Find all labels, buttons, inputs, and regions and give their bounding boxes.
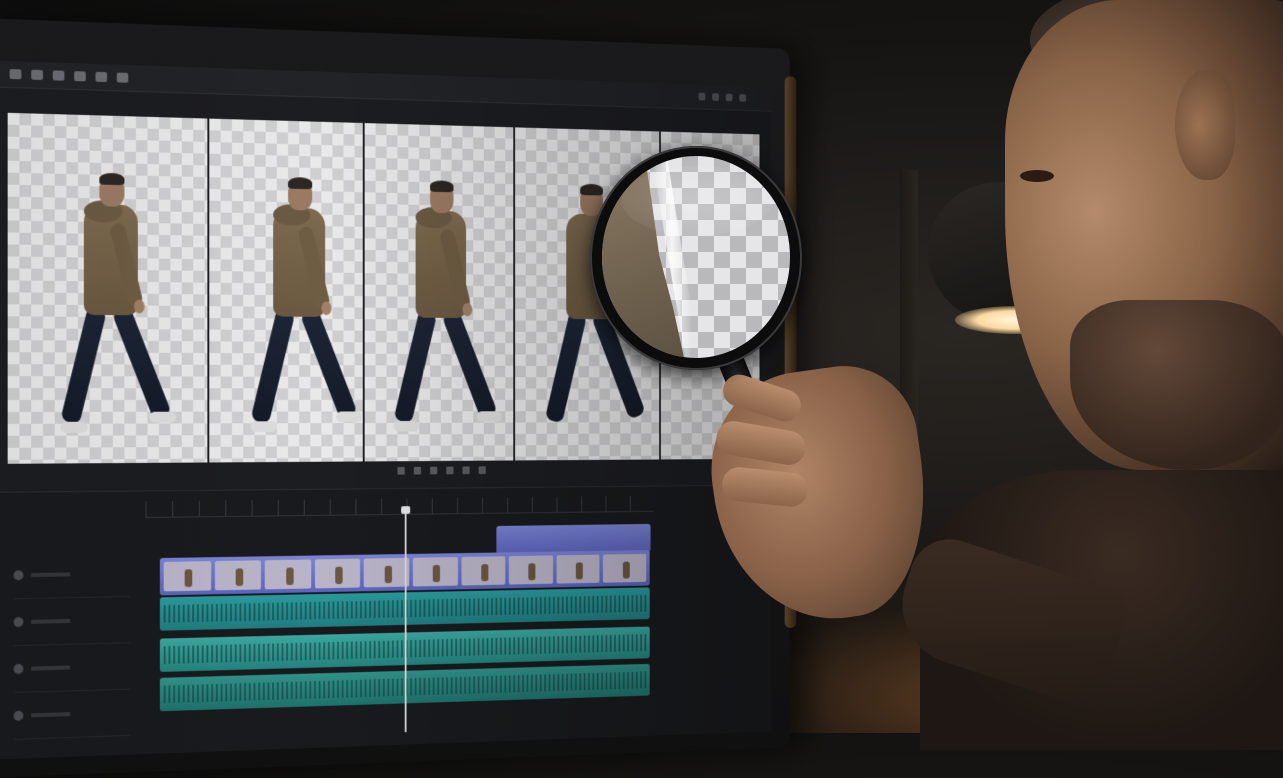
person-eye [1020, 170, 1054, 182]
clip-thumbnail[interactable] [603, 553, 647, 583]
figure-shoe [476, 411, 502, 422]
lens-glare [622, 166, 772, 236]
track-header[interactable] [13, 596, 131, 647]
clip-thumbnail[interactable] [214, 560, 262, 591]
figure-shoe [393, 420, 420, 432]
clip-thumbnail[interactable] [556, 554, 600, 584]
figure-hand [321, 301, 332, 316]
clip-thumbnail[interactable] [461, 556, 506, 586]
clip-thumbnail[interactable] [364, 557, 410, 588]
toolbar-icon[interactable] [116, 72, 129, 83]
track-label-placeholder [31, 572, 71, 578]
figure-leg [299, 307, 358, 421]
window-control-icon[interactable] [725, 93, 733, 102]
figure-shoe [60, 421, 88, 433]
figure-hair [99, 172, 125, 186]
step-forward-icon[interactable] [446, 466, 454, 475]
figure-leg [441, 308, 498, 420]
skip-back-icon[interactable] [397, 466, 405, 475]
figure-leg [393, 309, 437, 424]
figure-shoe [149, 411, 177, 423]
clip-thumbnail[interactable] [163, 561, 211, 592]
toolbar-icon[interactable] [31, 69, 43, 81]
figure-shoe [250, 421, 277, 433]
figure-hand [462, 302, 473, 317]
clip-thumbnail[interactable] [508, 555, 553, 585]
frame-preview[interactable] [364, 123, 516, 462]
track-label-placeholder [31, 618, 71, 624]
figure-leg [60, 306, 107, 425]
person-ear [1175, 70, 1235, 180]
clip-thumbnail[interactable] [314, 558, 361, 589]
figure-shoe [335, 411, 362, 423]
clip-thumbnail[interactable] [412, 556, 458, 587]
monitor [0, 18, 797, 778]
track-toggle-icon[interactable] [13, 617, 24, 628]
magnifier-lens [602, 156, 790, 358]
window-control-icon[interactable] [739, 94, 747, 102]
toolbar-right-controls [698, 92, 772, 103]
walking-man-figure [393, 180, 502, 441]
track-toggle-icon[interactable] [13, 663, 24, 675]
window-control-icon[interactable] [712, 93, 719, 101]
figure-hair [429, 180, 454, 193]
walking-man-figure [250, 177, 362, 441]
track-toggle-icon[interactable] [13, 570, 24, 581]
play-icon[interactable] [430, 466, 438, 475]
editor-top-toolbar [0, 60, 772, 112]
toolbar-icon[interactable] [52, 70, 65, 81]
clip-thumbnail[interactable] [264, 559, 312, 590]
figure-hair [580, 183, 603, 196]
timeline-playhead[interactable] [404, 511, 407, 733]
figure-leg [250, 308, 295, 425]
track-header[interactable] [13, 550, 131, 600]
window-control-icon[interactable] [698, 92, 706, 101]
timeline-ruler[interactable] [145, 495, 654, 518]
toolbar-icon[interactable] [74, 71, 86, 82]
toolbar-icon[interactable] [95, 71, 108, 83]
toolbar-icon[interactable] [9, 68, 22, 80]
transport-controls [397, 466, 486, 475]
figure-hand [134, 299, 145, 314]
step-back-icon[interactable] [413, 466, 422, 475]
track-toggle-icon[interactable] [13, 710, 24, 721]
frame-preview[interactable] [208, 118, 365, 463]
figure-leg [544, 311, 588, 424]
track-label-placeholder [31, 712, 71, 718]
skip-forward-icon[interactable] [462, 466, 470, 475]
track-label-placeholder [31, 665, 71, 671]
photo-scene [0, 0, 1283, 778]
timeline-panel [0, 484, 772, 760]
figure-hair [287, 177, 312, 190]
loop-icon[interactable] [478, 466, 486, 474]
track-headers [13, 550, 131, 740]
walking-man-figure [60, 172, 177, 442]
track-header[interactable] [13, 689, 131, 740]
frame-preview[interactable] [7, 112, 209, 464]
track-header[interactable] [13, 643, 131, 694]
figure-leg [111, 305, 172, 421]
